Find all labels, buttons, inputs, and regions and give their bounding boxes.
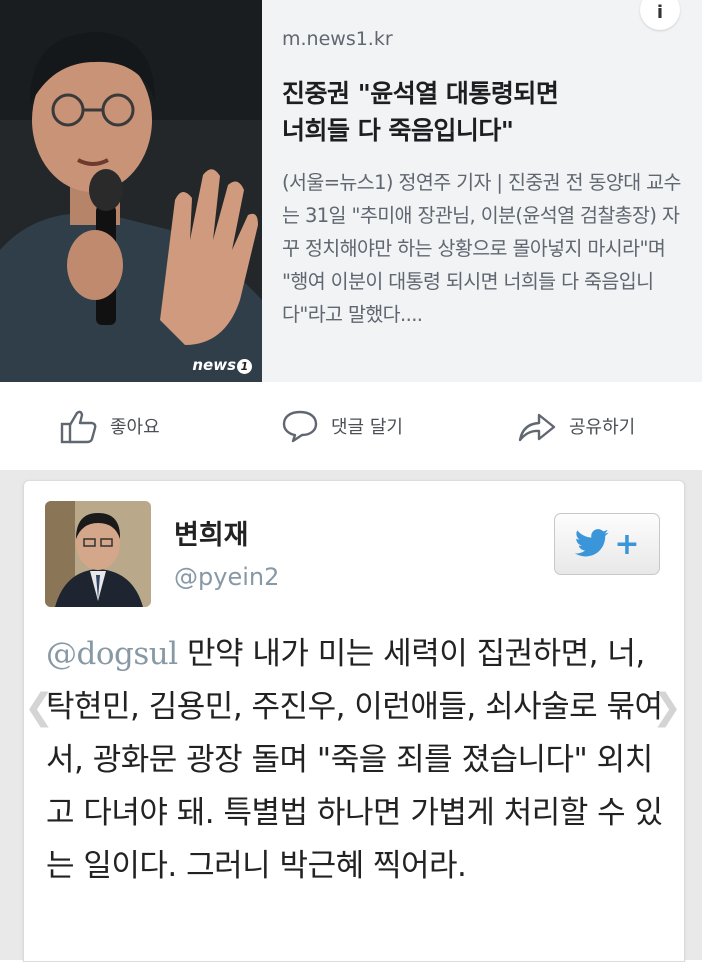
article-excerpt: (서울=뉴스1) 정연주 기자 | 진중권 전 동양대 교수는 31일 "추미애… <box>282 171 681 326</box>
link-preview-card[interactable]: news 1 i m.news1.kr 진중권 "윤석열 대통령되면 너희들 다 … <box>0 0 702 382</box>
like-button[interactable]: 좋아요 <box>60 408 160 444</box>
share-arrow-icon <box>518 413 556 442</box>
comment-bubble-icon <box>282 410 318 443</box>
comment-button[interactable]: 댓글 달기 <box>281 408 403 444</box>
share-label: 공유하기 <box>569 417 636 438</box>
tweet-author-handle[interactable]: @pyein2 <box>174 563 279 591</box>
tweet-card[interactable]: ❮ ❯ 변희재 @pyein2 + @dogsul 만약 내가 미는 세력이 집… <box>23 480 685 962</box>
tweet-text: @dogsul 만약 내가 미는 세력이 집권하면, 너, 탁현민, 김용민, … <box>46 628 674 893</box>
like-label: 좋아요 <box>110 417 160 438</box>
info-icon[interactable]: i <box>640 0 680 30</box>
link-domain: m.news1.kr <box>282 28 393 50</box>
article-headline[interactable]: 진중권 "윤석열 대통령되면 너희들 다 죽음입니다" <box>282 75 682 149</box>
thumbs-up-icon <box>60 410 97 444</box>
tweet-mention-link[interactable]: @dogsul <box>46 636 178 672</box>
twitter-follow-button[interactable]: + <box>554 513 660 575</box>
follow-plus-label: + <box>614 526 640 562</box>
share-button[interactable]: 공유하기 <box>517 408 635 444</box>
post-action-bar: 좋아요 댓글 달기 공유하기 <box>0 382 702 470</box>
article-photo[interactable]: news 1 <box>0 0 262 382</box>
news1-watermark: news 1 <box>192 356 252 374</box>
comment-label: 댓글 달기 <box>331 417 403 438</box>
avatar[interactable] <box>45 501 151 607</box>
twitter-bird-icon <box>575 529 610 557</box>
tweet-author-name[interactable]: 변희재 <box>174 513 249 552</box>
tweet-body-text: 만약 내가 미는 세력이 집권하면, 너, 탁현민, 김용민, 주진우, 이런애… <box>46 636 663 884</box>
